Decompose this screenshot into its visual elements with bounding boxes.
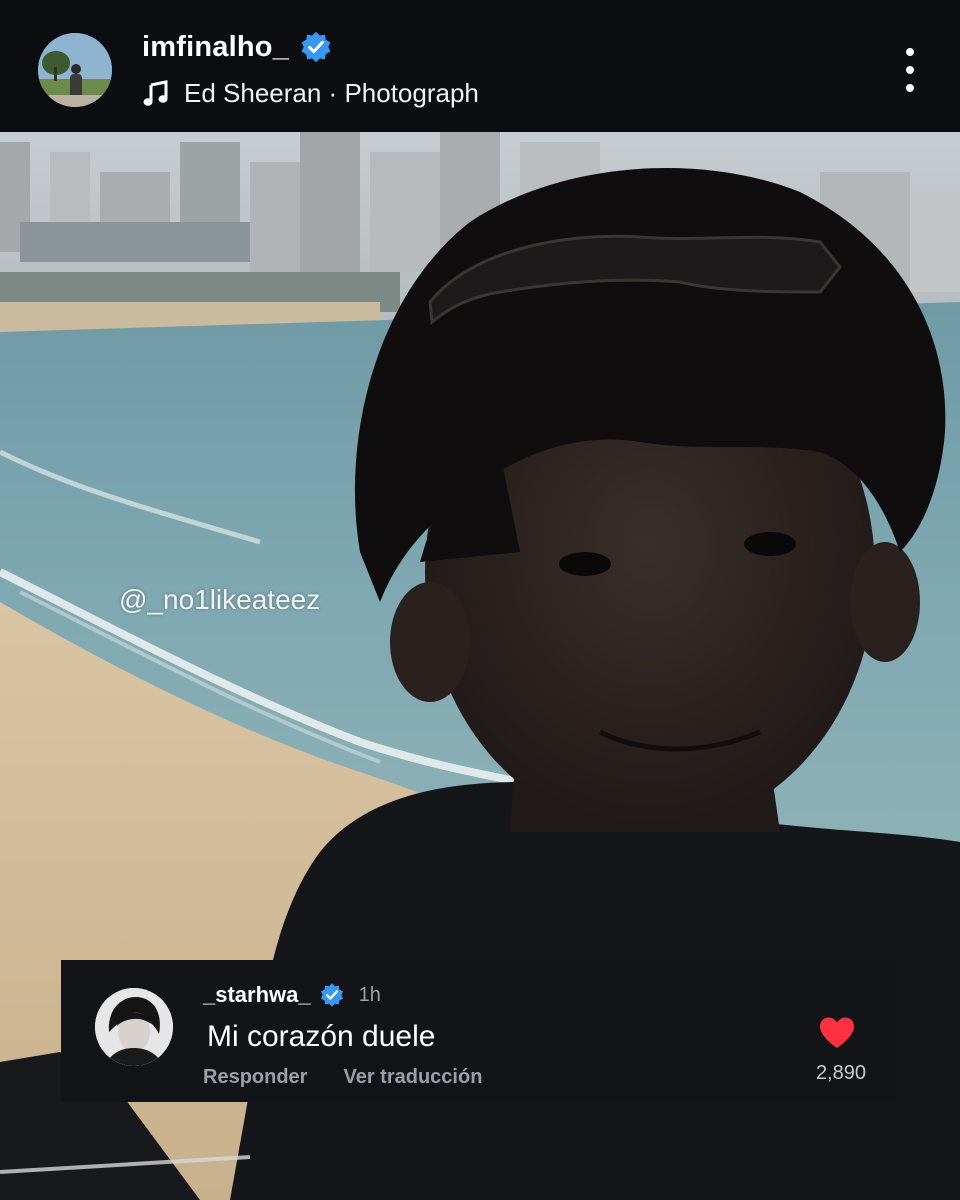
commenter-username[interactable]: _starhwa_ <box>203 982 311 1008</box>
audio-attribution[interactable]: Ed Sheeran · Photograph <box>142 78 479 109</box>
music-separator: · <box>321 78 345 108</box>
more-dot <box>906 84 914 92</box>
username[interactable]: imfinalho_ <box>142 31 289 64</box>
more-vertical-icon[interactable] <box>900 48 920 92</box>
more-dot <box>906 48 914 56</box>
like-count: 2,890 <box>815 1062 866 1084</box>
music-title: Photograph <box>344 78 479 108</box>
music-note-icon <box>143 79 168 106</box>
post-header: imfinalho_ Ed Sheeran · Photograph <box>0 0 960 132</box>
comment-header: _starhwa_ 1h <box>203 982 381 1008</box>
translate-button[interactable]: Ver traducción <box>343 1066 482 1089</box>
watermark-text: @_no1likeateez <box>119 584 321 615</box>
comment-timestamp: 1h <box>358 983 381 1006</box>
reply-button[interactable]: Responder <box>203 1066 307 1089</box>
commenter-avatar[interactable] <box>95 988 173 1066</box>
comment-actions: Responder Ver traducción <box>203 1066 482 1089</box>
profile-avatar[interactable] <box>38 33 112 107</box>
verified-badge-icon <box>320 983 343 1007</box>
music-artist: Ed Sheeran <box>184 78 322 108</box>
username-row: imfinalho_ <box>142 30 333 64</box>
heart-icon[interactable] <box>818 1016 856 1050</box>
audio-label: Ed Sheeran · Photograph <box>184 78 479 109</box>
verified-badge-icon <box>301 31 331 63</box>
comment-card: _starhwa_ 1h Mi corazón duele Responder … <box>61 960 896 1102</box>
more-dot <box>906 66 914 74</box>
comment-text: Mi corazón duele <box>207 1020 436 1053</box>
